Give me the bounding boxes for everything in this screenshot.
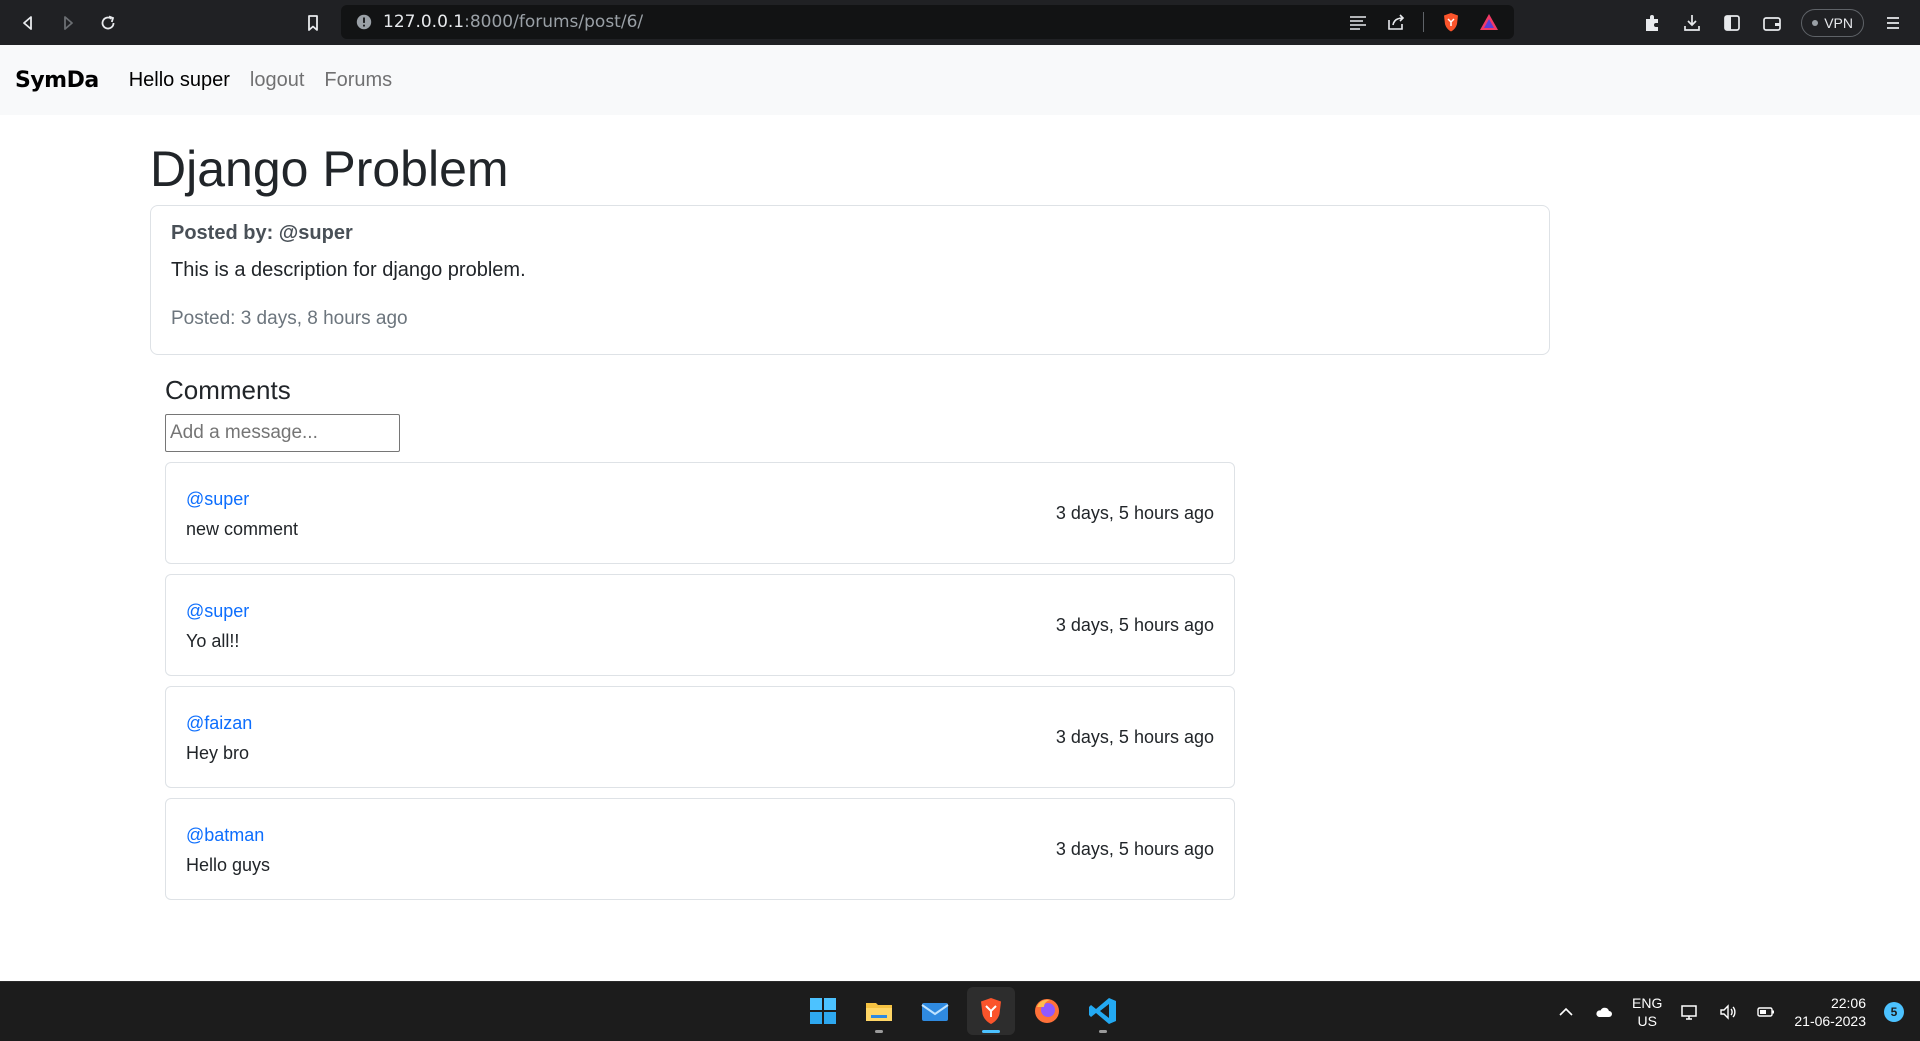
forward-button[interactable] bbox=[48, 0, 88, 45]
firefox-button[interactable] bbox=[1023, 987, 1071, 1035]
comment-text: Hey bro bbox=[186, 743, 250, 763]
running-indicator bbox=[875, 1030, 883, 1033]
comment-timestamp: 3 days, 5 hours ago bbox=[1055, 615, 1214, 635]
running-indicator bbox=[1099, 1030, 1107, 1033]
comment-author-link[interactable]: @faizan bbox=[186, 713, 252, 734]
comment-timestamp: 3 days, 5 hours ago bbox=[1055, 839, 1214, 859]
comments-heading: Comments bbox=[165, 375, 291, 405]
site-info-icon[interactable] bbox=[353, 11, 375, 33]
browser-toolbar: 127.0.0.1:8000/forums/post/6/ VPN bbox=[0, 0, 1920, 45]
page-title: Django Problem bbox=[150, 141, 509, 197]
clock-date: 21-06-2023 bbox=[1794, 1013, 1866, 1029]
comments-section: Comments @super new comment 3 days, 5 ho… bbox=[165, 375, 1235, 910]
post-author: Posted by: @super bbox=[171, 222, 353, 244]
comment-author-link[interactable]: @super bbox=[186, 489, 249, 510]
comment-timestamp: 3 days, 5 hours ago bbox=[1055, 727, 1214, 747]
brave-shields-icon[interactable] bbox=[1440, 11, 1462, 33]
extensions-icon[interactable] bbox=[1641, 12, 1663, 34]
comment-card: @faizan Hey bro 3 days, 5 hours ago bbox=[165, 686, 1235, 788]
address-bar[interactable]: 127.0.0.1:8000/forums/post/6/ bbox=[341, 5, 1514, 39]
clock-time: 22:06 bbox=[1830, 995, 1866, 1011]
language-indicator[interactable]: ENG US bbox=[1632, 994, 1662, 1030]
comment-text: new comment bbox=[186, 519, 299, 539]
post-timestamp: Posted: 3 days, 8 hours ago bbox=[171, 308, 408, 329]
back-icon bbox=[23, 15, 32, 30]
post-description: This is a description for django problem… bbox=[171, 259, 526, 281]
brave-rewards-icon[interactable] bbox=[1478, 11, 1500, 33]
back-button[interactable] bbox=[8, 0, 48, 45]
brave-browser-button[interactable] bbox=[967, 987, 1015, 1035]
wallet-icon[interactable] bbox=[1761, 12, 1783, 34]
menu-icon[interactable] bbox=[1882, 12, 1904, 34]
comment-text: Hello guys bbox=[186, 855, 271, 875]
battery-icon[interactable] bbox=[1756, 1002, 1776, 1022]
bookmark-icon bbox=[308, 14, 318, 31]
notification-badge[interactable]: 5 bbox=[1884, 1002, 1904, 1022]
windows-taskbar: ENG US 22:06 21-06-2023 5 bbox=[0, 981, 1920, 1041]
vpn-status-dot bbox=[1812, 19, 1819, 26]
post-section: Django Problem Posted by: @super This is… bbox=[150, 115, 1550, 355]
bookmark-button[interactable] bbox=[293, 0, 333, 45]
active-indicator bbox=[982, 1030, 1000, 1033]
mail-button[interactable] bbox=[911, 987, 959, 1035]
nav-logout-link[interactable]: logout bbox=[250, 69, 305, 92]
share-icon[interactable] bbox=[1385, 11, 1407, 33]
comment-text: Yo all!! bbox=[186, 631, 240, 651]
mail-icon bbox=[921, 1003, 949, 1021]
reload-icon bbox=[101, 15, 115, 29]
file-explorer-button[interactable] bbox=[855, 987, 903, 1035]
language-code: ENG bbox=[1632, 995, 1663, 1011]
vscode-icon bbox=[1089, 998, 1116, 1024]
comment-author-link[interactable]: @batman bbox=[186, 825, 264, 846]
region-code: US bbox=[1637, 1013, 1657, 1029]
comment-card: @super Yo all!! 3 days, 5 hours ago bbox=[165, 574, 1235, 676]
chevron-up-icon[interactable] bbox=[1556, 1002, 1576, 1022]
comment-timestamp: 3 days, 5 hours ago bbox=[1055, 503, 1214, 523]
vpn-label: VPN bbox=[1824, 14, 1853, 31]
windows-start-icon bbox=[810, 998, 836, 1024]
url-text: 127.0.0.1:8000/forums/post/6/ bbox=[383, 12, 644, 32]
comment-card: @super new comment 3 days, 5 hours ago bbox=[165, 462, 1235, 564]
brave-browser-icon bbox=[981, 998, 1001, 1024]
file-explorer-icon bbox=[866, 1003, 892, 1021]
downloads-icon[interactable] bbox=[1681, 12, 1703, 34]
comment-author-link[interactable]: @super bbox=[186, 601, 249, 622]
reload-button[interactable] bbox=[88, 0, 128, 45]
brand-logo[interactable]: SymDa bbox=[15, 68, 99, 93]
network-icon[interactable] bbox=[1680, 1002, 1700, 1022]
comment-list: @super new comment 3 days, 5 hours ago @… bbox=[165, 462, 1235, 900]
post-card: Posted by: @super This is a description … bbox=[150, 205, 1550, 355]
volume-icon[interactable] bbox=[1718, 1002, 1738, 1022]
vpn-button[interactable]: VPN bbox=[1801, 8, 1864, 37]
clock[interactable]: 22:06 21-06-2023 bbox=[1794, 994, 1866, 1030]
comment-input[interactable] bbox=[165, 414, 400, 452]
forward-icon bbox=[64, 15, 73, 30]
nav-forums-link[interactable]: Forums bbox=[324, 69, 392, 92]
start-button[interactable] bbox=[799, 987, 847, 1035]
comment-card: @batman Hello guys 3 days, 5 hours ago bbox=[165, 798, 1235, 900]
vscode-button[interactable] bbox=[1079, 987, 1127, 1035]
site-navbar: SymDa Hello super logout Forums bbox=[0, 45, 1920, 115]
toolbar-separator bbox=[1423, 12, 1424, 32]
system-tray: ENG US 22:06 21-06-2023 5 bbox=[1556, 982, 1920, 1041]
onedrive-cloud-icon[interactable] bbox=[1594, 1002, 1614, 1022]
sidebar-icon[interactable] bbox=[1721, 12, 1743, 34]
firefox-icon bbox=[1035, 999, 1059, 1023]
reader-mode-icon[interactable] bbox=[1347, 11, 1369, 33]
nav-greeting: Hello super bbox=[128, 68, 230, 91]
